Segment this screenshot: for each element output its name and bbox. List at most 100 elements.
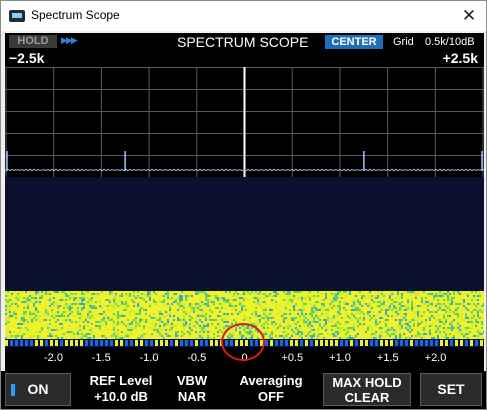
waterfall-pixel <box>109 293 111 295</box>
waterfall-pixel <box>205 303 207 305</box>
waterfall-pixel <box>451 327 453 329</box>
waterfall-pixel <box>371 333 373 335</box>
waterfall-pixel <box>367 327 369 329</box>
waterfall-pixel <box>117 335 119 337</box>
waterfall-pixel <box>31 301 33 303</box>
waterfall-pixel <box>253 297 255 299</box>
waterfall-pixel <box>375 301 377 303</box>
waterfall-pixel <box>45 311 47 313</box>
waterfall-pixel <box>87 333 89 335</box>
waterfall-pixel <box>39 293 41 295</box>
waterfall-pixel <box>95 325 97 327</box>
waterfall-pixel <box>347 293 349 295</box>
waterfall-pixel <box>483 293 484 295</box>
waterfall-pixel <box>25 297 27 299</box>
waterfall-pixel <box>59 315 61 317</box>
hold-badge[interactable]: HOLD <box>9 35 57 48</box>
waterfall-pixel <box>425 297 427 299</box>
waterfall-pixel <box>311 317 313 319</box>
waterfall-pixel <box>33 311 35 313</box>
waterfall-pixel <box>325 315 327 317</box>
waterfall-pixel <box>85 317 87 319</box>
waterfall-pixel <box>191 329 193 331</box>
waterfall-pixel <box>35 309 37 311</box>
waterfall-pixel <box>283 337 285 339</box>
waterfall-pixel <box>417 331 419 333</box>
waterfall-pixel <box>465 315 467 317</box>
waterfall-pixel <box>203 331 205 333</box>
waterfall-pixel <box>323 309 325 311</box>
waterfall-pixel <box>67 303 69 305</box>
waterfall-pixel <box>405 309 407 311</box>
waterfall-pixel <box>279 311 281 313</box>
waterfall-pixel <box>5 309 7 311</box>
vbw-control[interactable]: VBW NAR <box>169 373 215 405</box>
waterfall-pixel <box>155 325 157 327</box>
close-icon[interactable]: ✕ <box>452 1 486 31</box>
waterfall-pixel <box>461 303 463 305</box>
waterfall-pixel <box>183 323 185 325</box>
waterfall-pixel <box>181 291 183 293</box>
waterfall-pixel <box>395 319 397 321</box>
waterfall-pixel <box>259 315 261 317</box>
waterfall-pixel <box>295 309 297 311</box>
waterfall-pixel <box>345 295 347 297</box>
waterfall-pixel <box>101 313 103 315</box>
waterfall-pixel <box>87 301 89 303</box>
waterfall-pixel <box>183 319 185 321</box>
waterfall-pixel <box>273 315 275 317</box>
waterfall-pixel <box>483 309 484 311</box>
waterfall-pixel <box>155 329 157 331</box>
waterfall-pixel <box>209 295 211 297</box>
waterfall-pixel <box>457 291 459 293</box>
averaging-control[interactable]: Averaging OFF <box>229 373 313 405</box>
spectrum-display[interactable] <box>5 67 484 177</box>
waterfall-pixel <box>363 323 365 325</box>
waterfall-pixel <box>355 317 357 319</box>
waterfall-pixel <box>381 293 383 295</box>
waterfall-pixel <box>175 331 177 333</box>
waterfall-pixel <box>467 293 469 295</box>
waterfall-pixel <box>339 297 341 299</box>
waterfall-pixel <box>265 301 267 303</box>
waterfall-pixel <box>331 307 333 309</box>
waterfall-pixel <box>53 305 55 307</box>
waterfall-pixel <box>181 321 183 323</box>
waterfall-pixel <box>91 329 93 331</box>
waterfall-pixel <box>293 317 295 319</box>
waterfall-pixel <box>97 325 99 327</box>
waterfall-pixel <box>263 317 265 319</box>
waterfall-pixel <box>359 291 361 293</box>
waterfall-pixel <box>201 309 203 311</box>
waterfall-pixel <box>429 325 431 327</box>
waterfall-newest-pixel <box>145 340 148 346</box>
waterfall-pixel <box>209 331 211 333</box>
waterfall-pixel <box>29 335 31 337</box>
waterfall-pixel <box>463 305 465 307</box>
waterfall-pixel <box>225 313 227 315</box>
waterfall-pixel <box>73 299 75 301</box>
set-button[interactable]: SET <box>420 373 482 406</box>
waterfall-pixel <box>247 291 249 293</box>
on-button[interactable]: ON <box>5 373 71 406</box>
waterfall-pixel <box>111 329 113 331</box>
waterfall-pixel <box>305 313 307 315</box>
waterfall-pixel <box>375 325 377 327</box>
waterfall-pixel <box>409 331 411 333</box>
waterfall-pixel <box>467 303 469 305</box>
waterfall-pixel <box>337 315 339 317</box>
waterfall-pixel <box>401 297 403 299</box>
waterfall-pixel <box>285 299 287 301</box>
waterfall-pixel <box>483 303 484 305</box>
mode-badge[interactable]: CENTER <box>325 35 383 49</box>
waterfall-pixel <box>441 321 443 323</box>
waterfall-pixel <box>417 291 419 293</box>
ref-level-control[interactable]: REF Level +10.0 dB <box>81 373 161 405</box>
waterfall-pixel <box>397 319 399 321</box>
max-hold-clear-button[interactable]: MAX HOLD CLEAR <box>323 373 411 406</box>
waterfall-pixel <box>357 325 359 327</box>
waterfall-pixel <box>347 317 349 319</box>
waterfall-pixel <box>11 303 13 305</box>
waterfall-pixel <box>45 293 47 295</box>
waterfall-pixel <box>407 323 409 325</box>
